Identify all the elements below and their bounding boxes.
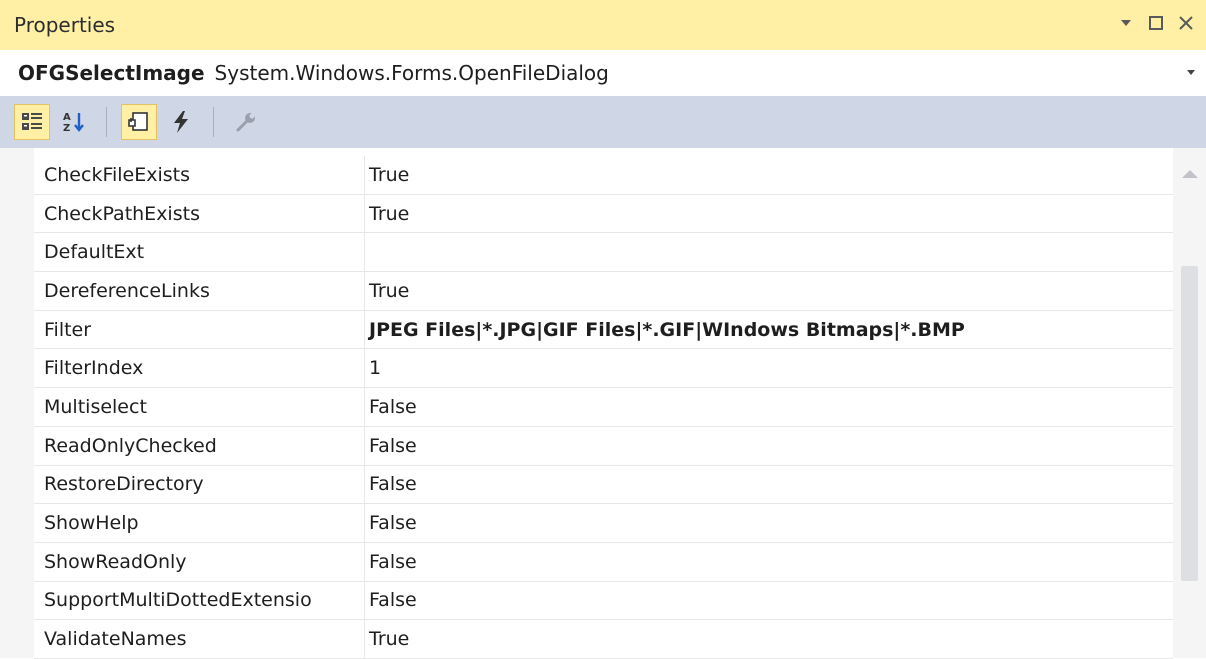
property-row[interactable]: ReadOnlyChecked False [34,426,1173,466]
scrollbar-thumb[interactable] [1181,266,1198,581]
property-row[interactable]: SupportMultiDottedExtensio False [34,581,1173,621]
property-value[interactable]: JPEG Files|*.JPG|GIF Files|*.GIF|WIndows… [365,311,1173,349]
property-rows: CheckFileExists True CheckPathExists True De… [34,156,1173,659]
property-row[interactable]: DefaultExt [34,233,1173,273]
property-row[interactable]: ShowReadOnly False [34,542,1173,582]
property-value[interactable]: True [365,156,1173,194]
property-name: DefaultExt [34,233,365,272]
close-icon[interactable] [1174,10,1198,36]
property-name: CheckPathExists [34,194,365,233]
maximize-icon[interactable] [1144,10,1168,36]
property-name: CheckFileExists [34,156,365,194]
property-row[interactable]: Multiselect False [34,388,1173,427]
property-value[interactable]: True [365,620,1173,658]
window-title: Properties [14,13,116,37]
property-value[interactable]: False [365,388,1173,426]
property-grid: CheckFileExists True CheckPathExists True De… [0,148,1206,659]
property-row[interactable]: DereferenceLinks True [34,272,1173,311]
scroll-up-icon[interactable] [1182,170,1198,178]
property-value[interactable]: False [365,466,1173,504]
categorized-icon [22,113,42,130]
property-name: ReadOnlyChecked [34,426,365,465]
property-value[interactable] [365,233,1173,271]
property-value[interactable]: True [365,272,1173,310]
vertical-scrollbar[interactable] [1173,148,1206,658]
properties-button[interactable] [121,104,157,140]
property-value[interactable]: False [365,504,1173,542]
property-row[interactable]: RestoreDirectory False [34,465,1173,505]
alphabetical-button[interactable]: A Z [56,104,92,140]
property-pages-button[interactable] [228,104,264,140]
title-bar: Properties [0,0,1206,50]
grid-gutter [0,148,34,658]
property-value[interactable]: 1 [365,349,1173,387]
object-selector[interactable]: OFGSelectImage System.Windows.Forms.Open… [0,50,1206,96]
properties-window: Properties OFGSelectImage System.Windows… [0,0,1206,659]
property-row[interactable]: CheckPathExists True [34,194,1173,234]
toolbar-separator [106,107,107,137]
property-name: Filter [34,310,365,349]
svg-text:Z: Z [63,123,70,134]
object-type: System.Windows.Forms.OpenFileDialog [214,61,609,85]
chevron-down-icon[interactable] [1186,66,1196,80]
events-lightning-icon [174,111,188,133]
property-row[interactable]: Filter JPEG Files|*.JPG|GIF Files|*.GIF|W… [34,310,1173,350]
property-value[interactable]: False [365,543,1173,581]
svg-text:A: A [63,112,71,123]
property-value[interactable]: True [365,195,1173,233]
property-name: FilterIndex [34,349,365,388]
property-name: ValidateNames [34,620,365,658]
alphabetical-sort-icon: A Z [63,112,84,134]
property-row[interactable]: FilterIndex 1 [34,349,1173,389]
property-value[interactable]: False [365,582,1173,620]
property-row[interactable]: CheckFileExists True [34,156,1173,195]
events-button[interactable] [163,104,199,140]
property-name: ShowHelp [34,504,365,542]
property-row[interactable]: ValidateNames True [34,620,1173,659]
properties-icon [128,112,148,131]
property-name: DereferenceLinks [34,272,365,310]
toolbar-separator [213,107,214,137]
window-controls [1114,10,1198,36]
property-row[interactable]: ShowHelp False [34,504,1173,543]
categorized-button[interactable] [14,104,50,140]
property-name: SupportMultiDottedExtensio [34,581,365,620]
property-name: Multiselect [34,388,365,426]
dropdown-arrow-icon[interactable] [1114,10,1138,36]
object-name: OFGSelectImage [18,61,205,85]
property-pages-wrench-icon [236,113,255,132]
property-name: RestoreDirectory [34,465,365,504]
properties-toolbar: A Z [0,96,1206,148]
property-name: ShowReadOnly [34,542,365,581]
property-value[interactable]: False [365,427,1173,465]
